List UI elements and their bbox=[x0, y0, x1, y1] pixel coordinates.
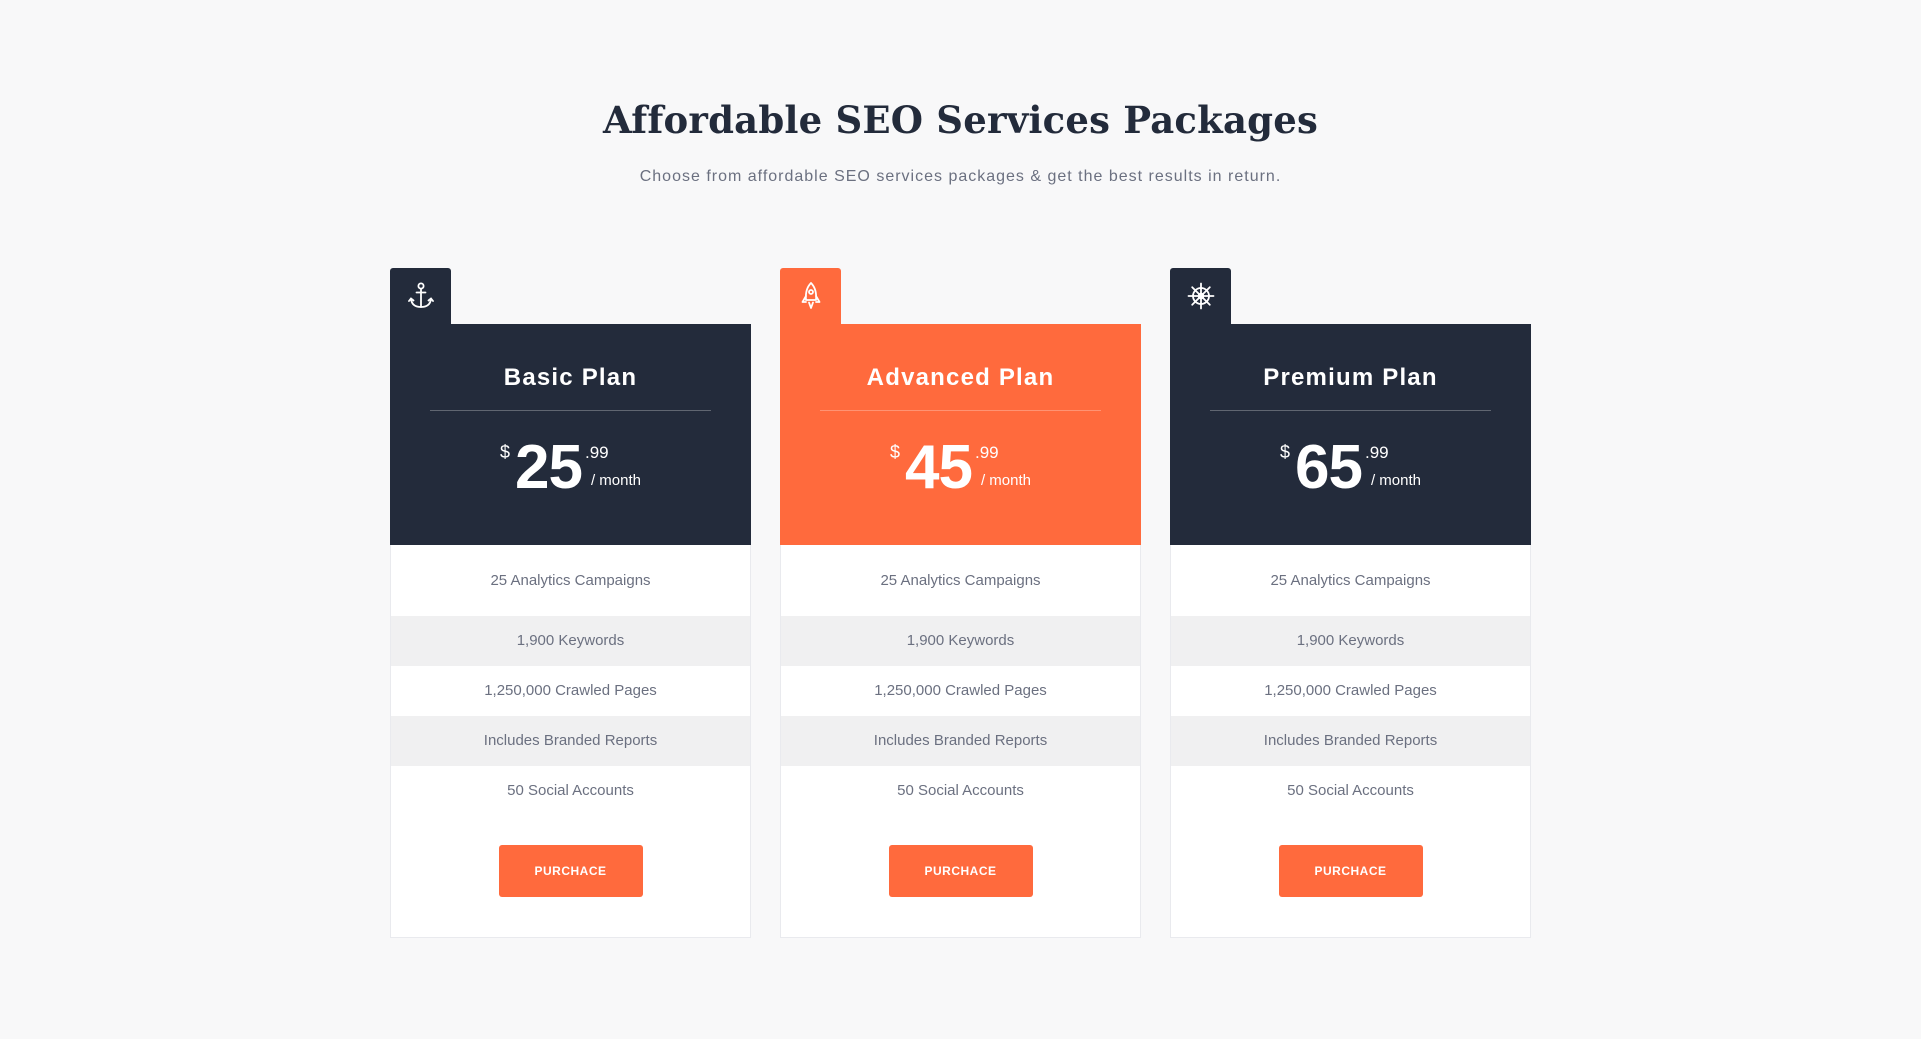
plan-features: 25 Analytics Campaigns 1,900 Keywords 1,… bbox=[1170, 545, 1531, 938]
price-currency: $ bbox=[889, 442, 900, 462]
divider bbox=[820, 410, 1101, 411]
price-currency: $ bbox=[499, 442, 510, 462]
plan-card-basic: Basic Plan $ 25 .99 / month 25 Analytics… bbox=[390, 268, 751, 938]
feature-item: 25 Analytics Campaigns bbox=[1270, 572, 1431, 589]
feature-item: 25 Analytics Campaigns bbox=[490, 572, 651, 589]
plan-name: Advanced Plan bbox=[866, 364, 1055, 391]
price-cents: .99 bbox=[974, 443, 999, 462]
plan-price: $ 25 .99 / month bbox=[390, 433, 751, 502]
pricing-plans: Basic Plan $ 25 .99 / month 25 Analytics… bbox=[390, 268, 1531, 938]
ship-wheel-icon bbox=[1187, 282, 1215, 310]
feature-item: 50 Social Accounts bbox=[897, 782, 1024, 799]
feature-item: Includes Branded Reports bbox=[781, 716, 1140, 766]
plan-features: 25 Analytics Campaigns 1,900 Keywords 1,… bbox=[780, 545, 1141, 938]
section-header: Affordable SEO Services Packages Choose … bbox=[0, 98, 1921, 186]
purchase-button[interactable]: PURCHACE bbox=[888, 845, 1033, 897]
feature-item: 1,900 Keywords bbox=[1171, 616, 1530, 666]
plan-tab bbox=[1170, 268, 1231, 324]
price-period: / month bbox=[980, 472, 1031, 489]
feature-item: 25 Analytics Campaigns bbox=[880, 572, 1041, 589]
price-period: / month bbox=[590, 472, 641, 489]
plan-card-premium: Premium Plan $ 65 .99 / month 25 Analyti… bbox=[1170, 268, 1531, 938]
page-title: Affordable SEO Services Packages bbox=[603, 98, 1318, 142]
feature-item: 1,250,000 Crawled Pages bbox=[484, 682, 657, 699]
purchase-button[interactable]: PURCHACE bbox=[498, 845, 643, 897]
purchase-button[interactable]: PURCHACE bbox=[1278, 845, 1423, 897]
plan-tab bbox=[780, 268, 841, 324]
feature-item: 1,900 Keywords bbox=[391, 616, 750, 666]
feature-item: Includes Branded Reports bbox=[1171, 716, 1530, 766]
plan-card-advanced: Advanced Plan $ 45 .99 / month 25 Analyt… bbox=[780, 268, 1141, 938]
plan-header: Premium Plan $ 65 .99 / month bbox=[1170, 324, 1531, 545]
plan-price: $ 65 .99 / month bbox=[1170, 433, 1531, 502]
feature-item: Includes Branded Reports bbox=[391, 716, 750, 766]
plan-name: Basic Plan bbox=[503, 364, 638, 391]
plan-features: 25 Analytics Campaigns 1,900 Keywords 1,… bbox=[390, 545, 751, 938]
price-cents: .99 bbox=[584, 443, 609, 462]
price-amount: 25 bbox=[515, 433, 583, 502]
plan-header: Basic Plan $ 25 .99 / month bbox=[390, 324, 751, 545]
price-currency: $ bbox=[1279, 442, 1290, 462]
feature-item: 50 Social Accounts bbox=[507, 782, 634, 799]
plan-price: $ 45 .99 / month bbox=[780, 433, 1141, 502]
plan-name: Premium Plan bbox=[1263, 364, 1438, 391]
divider bbox=[430, 410, 711, 411]
rocket-icon bbox=[800, 281, 822, 311]
feature-item: 1,900 Keywords bbox=[781, 616, 1140, 666]
divider bbox=[1210, 410, 1491, 411]
price-period: / month bbox=[1370, 472, 1421, 489]
plan-tab bbox=[390, 268, 451, 324]
feature-item: 1,250,000 Crawled Pages bbox=[874, 682, 1047, 699]
feature-item: 1,250,000 Crawled Pages bbox=[1264, 682, 1437, 699]
anchor-icon bbox=[407, 282, 434, 310]
price-cents: .99 bbox=[1364, 443, 1389, 462]
price-amount: 65 bbox=[1295, 433, 1363, 502]
page-subtitle: Choose from affordable SEO services pack… bbox=[639, 168, 1282, 185]
feature-item: 50 Social Accounts bbox=[1287, 782, 1414, 799]
plan-header: Advanced Plan $ 45 .99 / month bbox=[780, 324, 1141, 545]
price-amount: 45 bbox=[905, 433, 973, 502]
